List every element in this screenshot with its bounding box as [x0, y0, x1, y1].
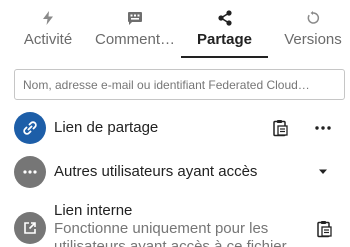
- share-icon: [215, 8, 235, 28]
- tab-activity-label: Activité: [23, 31, 73, 48]
- tab-versions[interactable]: Versions: [276, 0, 350, 58]
- clipboard-icon: [273, 120, 288, 137]
- sidebar-tabs: Activité Comment… Partage Versions: [0, 0, 350, 58]
- tab-comments[interactable]: Comment…: [87, 0, 183, 58]
- others-access-row[interactable]: Autres utilisateurs ayant accès: [0, 152, 350, 192]
- more-horizontal-icon: [315, 126, 331, 130]
- sharing-sidebar: Activité Comment… Partage Versions Lien …: [0, 0, 350, 247]
- tab-activity[interactable]: Activité: [11, 0, 85, 58]
- share-search-input[interactable]: [14, 69, 345, 100]
- tab-comments-label: Comment…: [94, 31, 176, 48]
- share-link-label: Lien de partage: [54, 119, 159, 136]
- lightning-icon: [38, 8, 58, 28]
- copy-link-button[interactable]: [266, 114, 294, 142]
- internal-link-description-line2: utilisateurs ayant accès à ce fichier: [54, 238, 287, 247]
- others-access-label: Autres utilisateurs ayant accès: [54, 163, 258, 180]
- more-horizontal-icon: [14, 156, 46, 188]
- link-icon: [14, 112, 46, 144]
- tab-sharing-label: Partage: [196, 31, 253, 48]
- share-link-row: Lien de partage: [0, 108, 350, 148]
- expand-others-button[interactable]: [309, 158, 337, 186]
- internal-link-row: Lien interne Fonctionne uniquement pour …: [0, 198, 350, 247]
- triangle-down-icon: [319, 169, 327, 174]
- history-icon: [303, 8, 323, 28]
- share-link-menu-button[interactable]: [309, 114, 337, 142]
- tab-versions-label: Versions: [284, 31, 342, 48]
- copy-internal-link-button[interactable]: [310, 215, 338, 243]
- clipboard-icon: [317, 221, 332, 238]
- internal-link-label: Lien interne: [54, 202, 133, 219]
- comment-icon: [125, 8, 145, 28]
- open-in-new-icon: [14, 212, 46, 244]
- internal-link-description: Fonctionne uniquement pour les: [54, 220, 269, 237]
- tab-sharing[interactable]: Partage: [181, 0, 268, 58]
